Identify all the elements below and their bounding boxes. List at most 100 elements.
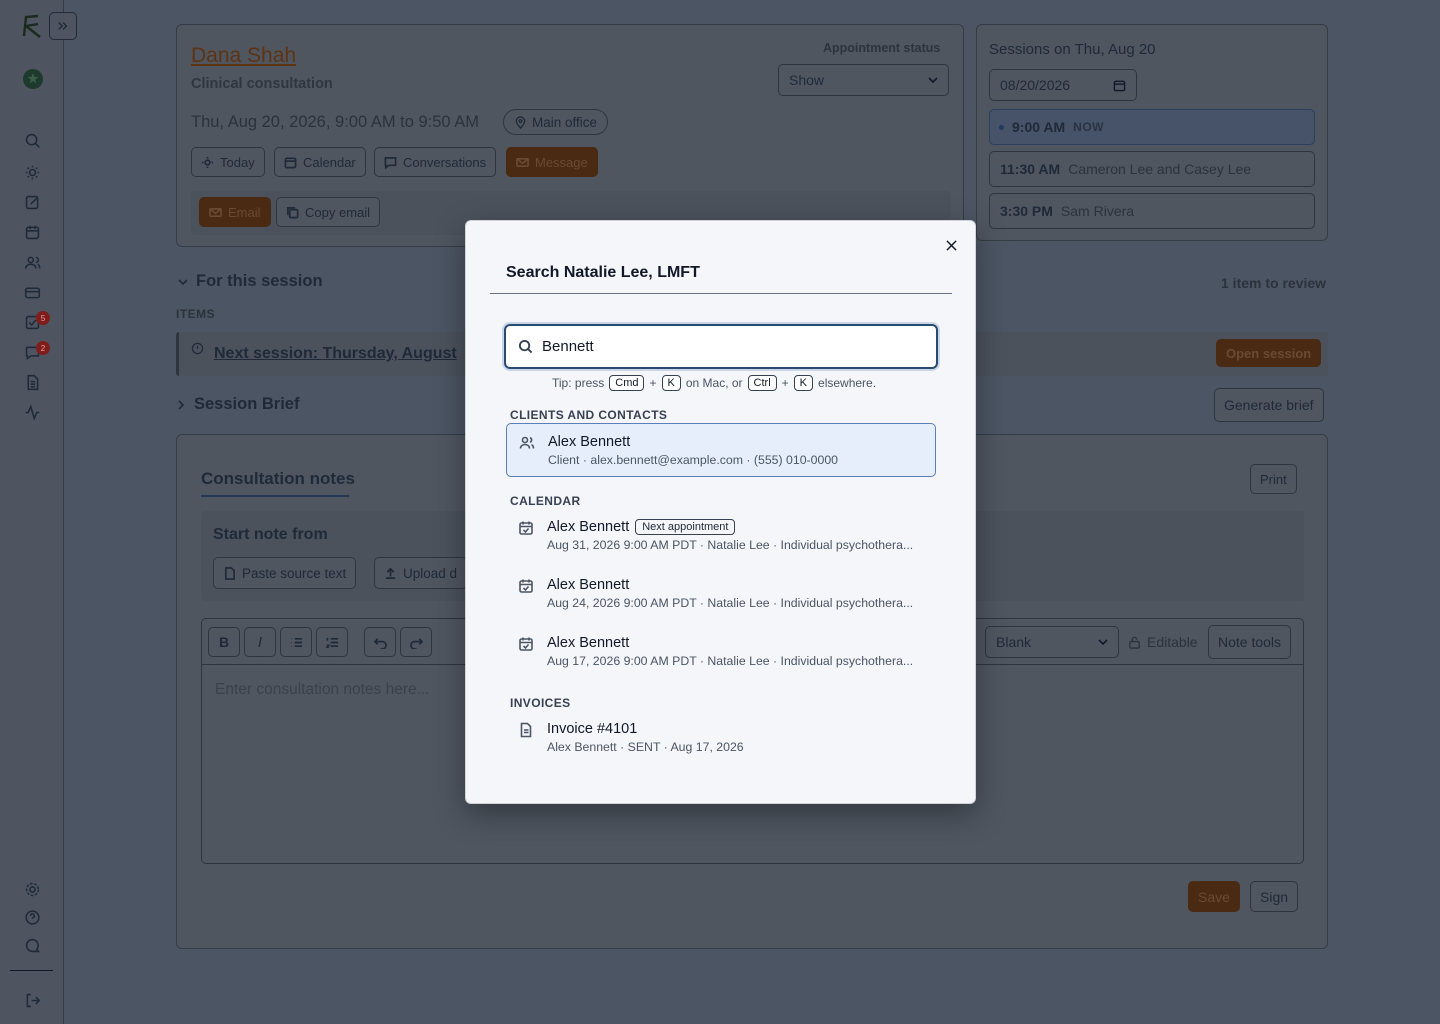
conversations-button[interactable]: Conversations [374, 147, 497, 177]
paste-label: Paste source text [242, 565, 347, 581]
session-row-now[interactable]: 9:00 AM NOW [989, 109, 1315, 145]
next-appointment-badge: Next appointment [635, 519, 736, 535]
practice-badge-icon[interactable] [22, 68, 44, 90]
calendar-icon[interactable] [22, 222, 42, 242]
message-button[interactable]: Message [506, 147, 598, 177]
clients-icon[interactable] [22, 252, 42, 272]
current-indicator-dot [999, 124, 1004, 130]
session-time: 3:30 PM [1000, 203, 1053, 219]
save-button[interactable]: Save [1188, 881, 1240, 912]
numbered-list-button[interactable] [316, 627, 348, 657]
result-calendar-event[interactable]: Alex Bennett Next appointment Aug 31, 20… [506, 509, 936, 563]
sign-button[interactable]: Sign [1250, 881, 1299, 912]
section-heading-clients: CLIENTS AND CONTACTS [510, 408, 668, 422]
unlock-icon [1129, 636, 1140, 649]
bullet-list-button[interactable] [280, 627, 312, 657]
service-name: Clinical consultation [191, 76, 333, 92]
upload-label: Upload d [403, 565, 458, 581]
session-date-input[interactable]: 08/20/2026 [989, 69, 1137, 101]
event-client-name: Alex Bennett [547, 519, 630, 535]
session-time: 9:00 AM [1012, 119, 1066, 135]
chevron-down-icon [928, 77, 938, 83]
activity-icon[interactable] [22, 402, 42, 422]
calendar-button[interactable]: Calendar [274, 147, 366, 177]
messages-count-badge: 2 [36, 341, 50, 355]
sessions-heading: Sessions on Thu, Aug 20 [989, 41, 1156, 58]
undo-button[interactable] [364, 627, 396, 657]
italic-button[interactable]: I [244, 627, 276, 657]
tip-text: Tip: press [552, 376, 605, 390]
expand-sidebar-button[interactable] [49, 12, 77, 40]
print-button[interactable]: Print [1250, 464, 1297, 494]
paste-source-button[interactable]: Paste source text [213, 557, 357, 589]
upload-button[interactable]: Upload d [374, 557, 468, 589]
result-subtitle: Aug 24, 2026 9:00 AM PDT · Natalie Lee ·… [547, 596, 914, 610]
copy-icon [287, 206, 299, 218]
users-icon [519, 435, 536, 452]
map-pin-icon [515, 115, 526, 129]
search-icon [518, 339, 533, 354]
plus-sign: + [781, 376, 789, 390]
today-button[interactable]: Today [191, 147, 265, 177]
search-field[interactable] [504, 324, 938, 369]
sessions-panel: Sessions on Thu, Aug 20 08/20/2026 9:00 … [976, 24, 1328, 241]
search-icon[interactable] [22, 130, 42, 150]
generate-brief-button[interactable]: Generate brief [1214, 388, 1324, 422]
keyboard-tip: Tip: press Cmd + K on Mac, or Ctrl + K e… [552, 375, 876, 391]
calendar-icon [284, 156, 297, 168]
redo-button[interactable] [400, 627, 432, 657]
result-invoice[interactable]: Invoice #4101 Alex Bennett · SENT · Aug … [506, 711, 936, 765]
bold-button[interactable]: B [208, 627, 240, 657]
modal-title: Search Natalie Lee, LMFT [506, 264, 700, 281]
k-key: K [661, 375, 681, 391]
logout-icon[interactable] [22, 990, 42, 1010]
settings-gear-icon[interactable] [22, 879, 42, 899]
cmd-key: Cmd [609, 375, 645, 391]
search-input[interactable] [542, 338, 922, 355]
close-icon[interactable] [943, 237, 959, 253]
generate-brief-label: Generate brief [1224, 397, 1314, 413]
note-tools-button[interactable]: Note tools [1208, 625, 1292, 659]
billing-card-icon[interactable] [22, 282, 42, 302]
result-calendar-event[interactable]: Alex Bennett Aug 24, 2026 9:00 AM PDT · … [506, 567, 936, 621]
session-client: Sam Rivera [1060, 203, 1135, 219]
copy-email-button[interactable]: Copy email [276, 197, 381, 227]
items-to-review-count: 1 item to review [1221, 275, 1327, 291]
info-icon [191, 342, 204, 355]
session-row[interactable]: 11:30 AM Cameron Lee and Casey Lee [989, 151, 1315, 187]
edit-note-icon[interactable] [22, 192, 42, 212]
modal-divider [490, 293, 952, 294]
session-brief-toggle[interactable]: Session Brief [178, 395, 299, 414]
appointment-status-select[interactable]: Show [778, 64, 949, 96]
tip-text: on Mac, or [685, 376, 743, 390]
result-client[interactable]: Alex Bennett Client · alex.bennett@examp… [506, 423, 936, 477]
template-select[interactable]: Blank [985, 626, 1119, 658]
sun-icon[interactable] [22, 162, 42, 182]
for-this-session-toggle[interactable]: For this session [178, 272, 323, 291]
open-session-button[interactable]: Open session [1216, 339, 1322, 367]
plus-sign: + [649, 376, 657, 390]
appointment-status-label: Appointment status [823, 41, 941, 55]
app-logo[interactable] [18, 12, 46, 40]
client-name: Alex Bennett [548, 434, 631, 450]
documents-icon[interactable] [22, 372, 42, 392]
help-icon[interactable] [22, 907, 42, 927]
location-chip[interactable]: Main office [503, 109, 609, 135]
sidebar: 5 2 [0, 0, 77, 1024]
copy-email-label: Copy email [305, 204, 371, 220]
calendar-check-icon [518, 578, 535, 595]
result-calendar-event[interactable]: Alex Bennett Aug 17, 2026 9:00 AM PDT · … [506, 625, 936, 679]
session-row[interactable]: 3:30 PM Sam Rivera [989, 193, 1315, 229]
tab-consultation-notes[interactable]: Consultation notes [201, 469, 355, 489]
search-modal: Search Natalie Lee, LMFT Tip: press Cmd … [465, 220, 976, 804]
result-subtitle: Aug 31, 2026 9:00 AM PDT · Natalie Lee ·… [547, 538, 914, 552]
undo-icon [373, 637, 387, 649]
notes-textarea[interactable]: Enter consultation notes here... [215, 681, 430, 699]
result-title: Alex Bennett [548, 434, 923, 450]
email-button[interactable]: Email [199, 197, 271, 227]
feedback-chat-icon[interactable] [22, 935, 42, 955]
client-name-link[interactable]: Dana Shah [191, 44, 296, 68]
sun-icon [201, 156, 214, 168]
next-session-link[interactable]: Next session: Thursday, August [214, 345, 457, 363]
result-subtitle: Aug 17, 2026 9:00 AM PDT · Natalie Lee ·… [547, 654, 914, 668]
